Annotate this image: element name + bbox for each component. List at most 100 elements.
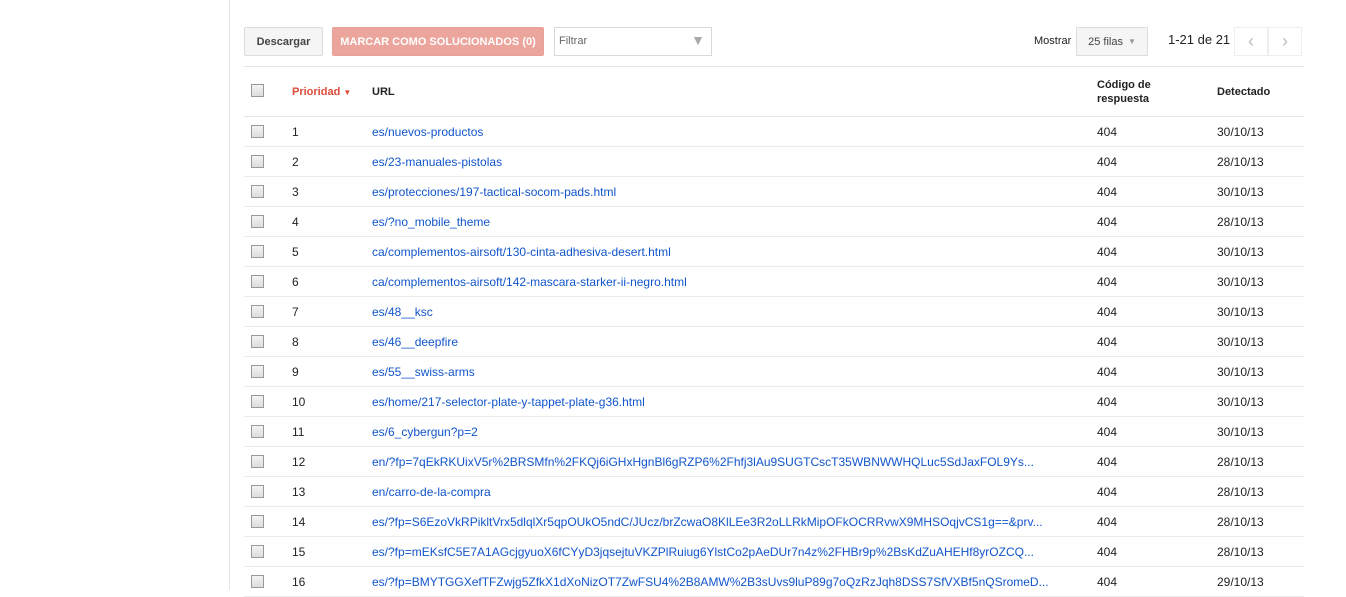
priority-cell: 9 (292, 365, 299, 379)
url-link[interactable]: ca/complementos-airsoft/142-mascara-star… (372, 275, 1094, 289)
table-row: 13 en/carro-de-la-compra 404 28/10/13 (244, 477, 1304, 507)
priority-cell: 16 (292, 575, 306, 589)
priority-cell: 12 (292, 455, 306, 469)
next-page-button[interactable]: › (1268, 27, 1302, 56)
detected-date-cell: 30/10/13 (1217, 125, 1264, 139)
rows-per-page-select[interactable]: 25 filas ▼ (1076, 27, 1148, 56)
priority-cell: 1 (292, 125, 299, 139)
table-body: 1 es/nuevos-productos 404 30/10/13 2 es/… (244, 117, 1304, 597)
table-row: 8 es/46__deepfire 404 30/10/13 (244, 327, 1304, 357)
url-link[interactable]: es/?fp=BMYTGGXefTFZwjg5ZfkX1dXoNizOT7ZwF… (372, 575, 1094, 589)
response-code-cell: 404 (1097, 515, 1118, 529)
response-code-cell: 404 (1097, 155, 1118, 169)
prev-page-button[interactable]: ‹ (1234, 27, 1268, 56)
url-column-header[interactable]: URL (372, 86, 1094, 98)
table-row: 3 es/protecciones/197-tactical-socom-pad… (244, 177, 1304, 207)
url-link[interactable]: es/55__swiss-arms (372, 365, 1094, 379)
sort-down-icon: ▼ (343, 88, 352, 97)
toolbar: Descargar MARCAR COMO SOLUCIONADOS (0) F… (244, 27, 1304, 56)
code-header-line2: respuesta (1097, 93, 1149, 105)
row-checkbox[interactable] (251, 545, 264, 558)
table-row: 1 es/nuevos-productos 404 30/10/13 (244, 117, 1304, 147)
detected-date-cell: 28/10/13 (1217, 545, 1264, 559)
chevron-left-icon: ‹ (1248, 31, 1254, 51)
detected-date-cell: 30/10/13 (1217, 245, 1264, 259)
url-link[interactable]: es/?fp=mEKsfC5E7A1AGcjgyuoX6fCYyD3jqsejt… (372, 545, 1094, 559)
url-link[interactable]: en/carro-de-la-compra (372, 485, 1094, 499)
response-code-cell: 404 (1097, 275, 1118, 289)
detected-date-cell: 28/10/13 (1217, 215, 1264, 229)
priority-cell: 2 (292, 155, 299, 169)
detected-date-cell: 28/10/13 (1217, 155, 1264, 169)
response-code-cell: 404 (1097, 485, 1118, 499)
table-row: 14 es/?fp=S6EzoVkRPikltVrx5dlqlXr5qpOUkO… (244, 507, 1304, 537)
url-link[interactable]: es/home/217-selector-plate-y-tappet-plat… (372, 395, 1094, 409)
filter-icon[interactable]: ▼ (691, 32, 705, 48)
table-row: 16 es/?fp=BMYTGGXefTFZwjg5ZfkX1dXoNizOT7… (244, 567, 1304, 597)
response-code-cell: 404 (1097, 365, 1118, 379)
row-checkbox[interactable] (251, 575, 264, 588)
chevron-right-icon: › (1282, 31, 1288, 51)
row-checkbox[interactable] (251, 125, 264, 138)
url-link[interactable]: es/48__ksc (372, 305, 1094, 319)
download-button[interactable]: Descargar (244, 27, 323, 56)
row-checkbox[interactable] (251, 455, 264, 468)
row-checkbox[interactable] (251, 335, 264, 348)
priority-cell: 6 (292, 275, 299, 289)
row-checkbox[interactable] (251, 275, 264, 288)
mark-fixed-button[interactable]: MARCAR COMO SOLUCIONADOS (0) (332, 27, 544, 56)
filter-input[interactable]: Filtrar ▼ (554, 27, 712, 56)
priority-cell: 8 (292, 335, 299, 349)
response-code-cell: 404 (1097, 395, 1118, 409)
url-link[interactable]: es/6_cybergun?p=2 (372, 425, 1094, 439)
row-checkbox[interactable] (251, 365, 264, 378)
url-link[interactable]: es/?fp=S6EzoVkRPikltVrx5dlqlXr5qpOUkO5nd… (372, 515, 1094, 529)
pagination-info: 1-21 de 21 (1168, 32, 1231, 47)
response-code-cell: 404 (1097, 305, 1118, 319)
table-header: Prioridad ▼ URL Código de respuesta Detec… (244, 67, 1304, 117)
detected-date-cell: 30/10/13 (1217, 275, 1264, 289)
left-sidebar (0, 0, 230, 590)
detected-column-header[interactable]: Detectado (1217, 86, 1270, 98)
url-link[interactable]: es/23-manuales-pistolas (372, 155, 1094, 169)
errors-table: Prioridad ▼ URL Código de respuesta Detec… (244, 66, 1304, 597)
row-checkbox[interactable] (251, 395, 264, 408)
priority-cell: 14 (292, 515, 306, 529)
url-link[interactable]: en/?fp=7qEkRKUixV5r%2BRSMfn%2FKQj6iGHxHg… (372, 455, 1094, 469)
row-checkbox[interactable] (251, 185, 264, 198)
url-link[interactable]: es/46__deepfire (372, 335, 1094, 349)
row-checkbox[interactable] (251, 425, 264, 438)
priority-cell: 4 (292, 215, 299, 229)
detected-date-cell: 30/10/13 (1217, 365, 1264, 379)
table-row: 2 es/23-manuales-pistolas 404 28/10/13 (244, 147, 1304, 177)
url-link[interactable]: es/nuevos-productos (372, 125, 1094, 139)
table-row: 15 es/?fp=mEKsfC5E7A1AGcjgyuoX6fCYyD3jqs… (244, 537, 1304, 567)
row-checkbox[interactable] (251, 215, 264, 228)
select-all-checkbox[interactable] (251, 84, 264, 97)
response-code-cell: 404 (1097, 455, 1118, 469)
response-code-column-header[interactable]: Código de respuesta (1097, 78, 1151, 106)
url-link[interactable]: es/?no_mobile_theme (372, 215, 1094, 229)
url-link[interactable]: ca/complementos-airsoft/130-cinta-adhesi… (372, 245, 1094, 259)
row-checkbox[interactable] (251, 305, 264, 318)
detected-date-cell: 29/10/13 (1217, 575, 1264, 589)
url-link[interactable]: es/protecciones/197-tactical-socom-pads.… (372, 185, 1094, 199)
chevron-down-icon: ▼ (1127, 37, 1136, 46)
row-checkbox[interactable] (251, 245, 264, 258)
response-code-cell: 404 (1097, 545, 1118, 559)
response-code-cell: 404 (1097, 425, 1118, 439)
response-code-cell: 404 (1097, 215, 1118, 229)
detected-date-cell: 30/10/13 (1217, 305, 1264, 319)
table-row: 4 es/?no_mobile_theme 404 28/10/13 (244, 207, 1304, 237)
detected-date-cell: 30/10/13 (1217, 425, 1264, 439)
detected-date-cell: 28/10/13 (1217, 515, 1264, 529)
show-label: Mostrar (1034, 35, 1072, 47)
row-checkbox[interactable] (251, 485, 264, 498)
priority-cell: 15 (292, 545, 306, 559)
row-checkbox[interactable] (251, 155, 264, 168)
priority-cell: 13 (292, 485, 306, 499)
row-checkbox[interactable] (251, 515, 264, 528)
priority-cell: 3 (292, 185, 299, 199)
priority-column-header[interactable]: Prioridad ▼ (292, 86, 351, 98)
table-row: 6 ca/complementos-airsoft/142-mascara-st… (244, 267, 1304, 297)
